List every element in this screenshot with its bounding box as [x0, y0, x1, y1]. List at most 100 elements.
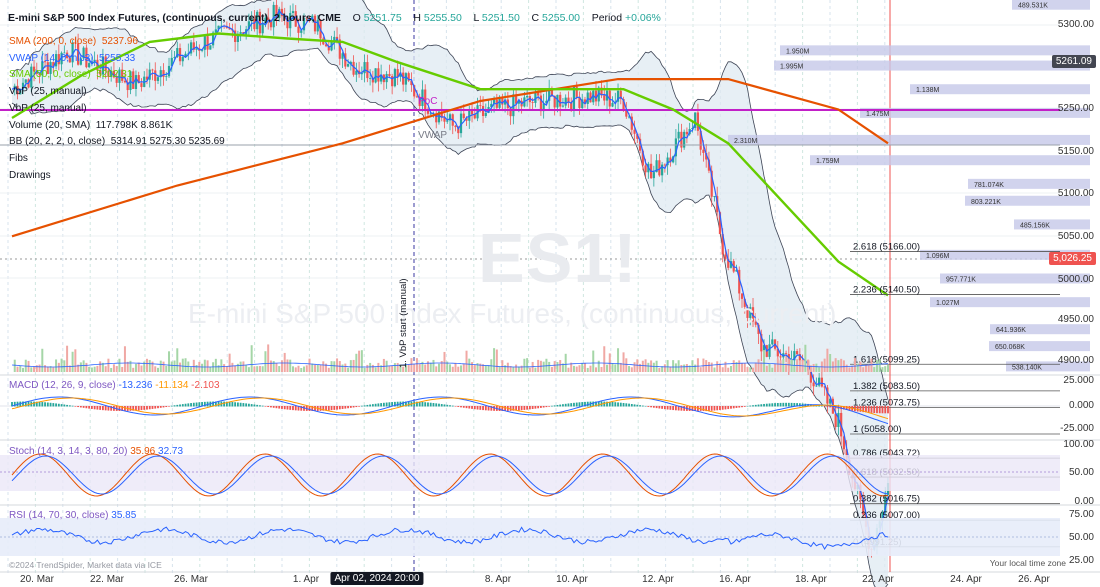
macd-histogram-bar [710, 406, 713, 411]
macd-histogram-bar [790, 402, 793, 407]
stoch-label: Stoch (14, 3, 14, 3, 80, 20) [9, 446, 128, 457]
macd-histogram-bar [60, 404, 63, 407]
vbp-bar-rect [728, 134, 1090, 145]
legend-item-label: VbP (25, manual) [9, 102, 87, 114]
macd-histogram-bar [281, 406, 283, 409]
volume-bar [363, 367, 366, 372]
legend-item[interactable]: BB (20, 2, 2, 0, close) 5314.91 5275.30 … [9, 134, 225, 151]
price-tick-label: 5000.00 [1057, 274, 1094, 285]
candle-body [644, 165, 647, 173]
volume-bar [316, 364, 319, 372]
candle-body [724, 254, 727, 259]
volume-bar [848, 367, 851, 372]
fib-level: 2.236 (5140.50) [850, 285, 1060, 296]
volume-bar [548, 361, 551, 372]
macd-line [11, 396, 889, 425]
legend-item[interactable]: SMA (200, 0, close) 5237.96 [9, 34, 225, 51]
candle-body [779, 356, 782, 358]
volume-bar [209, 366, 212, 372]
candle-body [404, 73, 408, 85]
volume-bar [553, 361, 556, 372]
volume-bar [636, 359, 639, 372]
legend-item[interactable]: Fibs [9, 151, 225, 168]
macd-histogram-bar [192, 402, 195, 407]
volume-bar [366, 364, 369, 372]
volume-bar [680, 364, 683, 372]
local-time-text[interactable]: Your local time zone [990, 558, 1066, 568]
vbp-bar-label: 1.096M [926, 253, 950, 260]
candle-body [820, 377, 823, 387]
volume-bar [834, 358, 837, 372]
legend-item[interactable]: VWAP (14, 0, hlc3) 5255.33 [9, 51, 225, 68]
macd-histogram-bar [264, 406, 267, 407]
volume-bar [327, 367, 330, 372]
macd-histogram-bar [479, 406, 482, 410]
fib-level-label: 2.618 (5166.00) [853, 241, 920, 252]
volume-bar [859, 361, 862, 372]
volume-bar [192, 359, 195, 372]
volume-bar [159, 360, 162, 372]
volume-bar [250, 345, 253, 372]
volume-bar [515, 364, 518, 372]
volume-bar [132, 367, 135, 372]
volume-bar [884, 366, 887, 372]
macd-histogram-bar [159, 406, 162, 408]
legend-item[interactable]: Volume (20, SMA) 117.798K 8.861K [9, 118, 225, 135]
volume-bar [44, 365, 47, 372]
volume-bar [176, 348, 179, 372]
volume-bar [790, 359, 793, 372]
volume-bar [121, 366, 124, 372]
volume-bar [705, 360, 708, 372]
macd-histogram-bar [752, 405, 754, 407]
volume-bar [721, 367, 724, 372]
legend-item[interactable]: VbP (25, manual) [9, 101, 225, 118]
macd-histogram-bar [63, 404, 66, 407]
macd-histogram-bar [250, 404, 253, 407]
stoch-band [0, 455, 1060, 491]
pane-tick-label: 75.00 [1068, 509, 1094, 520]
volume-bar [818, 367, 821, 372]
volume-bar [74, 349, 77, 372]
volume-bar [314, 364, 317, 372]
macd-histogram-bar [440, 404, 443, 407]
volume-bar [713, 367, 716, 372]
volume-bar [462, 364, 465, 372]
legend-item[interactable]: VbP (25, manual) [9, 84, 225, 101]
macd-histogram-bar [548, 406, 551, 407]
macd-histogram-bar [170, 405, 173, 407]
vbp-bar: 1.138M [910, 84, 1090, 95]
volume-bar [685, 364, 688, 372]
macd-histogram-bar [573, 402, 575, 407]
volume-bar [181, 358, 184, 372]
fib-level-label: 2.236 (5140.50) [853, 285, 920, 296]
macd-histogram-bar [44, 402, 46, 407]
vbp-bar-label: 2.310M [734, 138, 758, 145]
candle-body [297, 26, 300, 33]
volume-bar [606, 364, 609, 372]
macd-histogram-bar [195, 402, 198, 407]
macd-histogram-bar [168, 406, 170, 407]
volume-bar [506, 362, 509, 372]
volume-bar [195, 364, 198, 372]
vbp-bar: 1.027M [930, 297, 1090, 308]
legend-item[interactable]: Drawings [9, 168, 225, 185]
macd-histogram-bar [435, 403, 438, 407]
candle-body [454, 125, 457, 128]
candle-body [603, 95, 606, 101]
volume-bar [71, 351, 74, 372]
stoch-d: 32.73 [158, 446, 184, 457]
volume-bar [663, 364, 666, 372]
macd-histogram-bar [523, 406, 526, 410]
volume-bar [787, 358, 790, 372]
macd-histogram-bar [278, 406, 281, 409]
vbp-bar: 641.936K [990, 324, 1090, 335]
indicator-legend: SMA (200, 0, close) 5237.96 VWAP (14, 0, … [9, 34, 225, 184]
volume-bar [283, 352, 286, 372]
macd-histogram-bar [551, 405, 553, 407]
volume-bar [347, 367, 350, 372]
volume-bar [275, 363, 278, 372]
candle-body [239, 32, 242, 34]
legend-item[interactable]: SMA (50, 0, close) 5202.31 [9, 67, 225, 84]
volume-bar [203, 359, 206, 372]
volume-bar [526, 358, 529, 372]
